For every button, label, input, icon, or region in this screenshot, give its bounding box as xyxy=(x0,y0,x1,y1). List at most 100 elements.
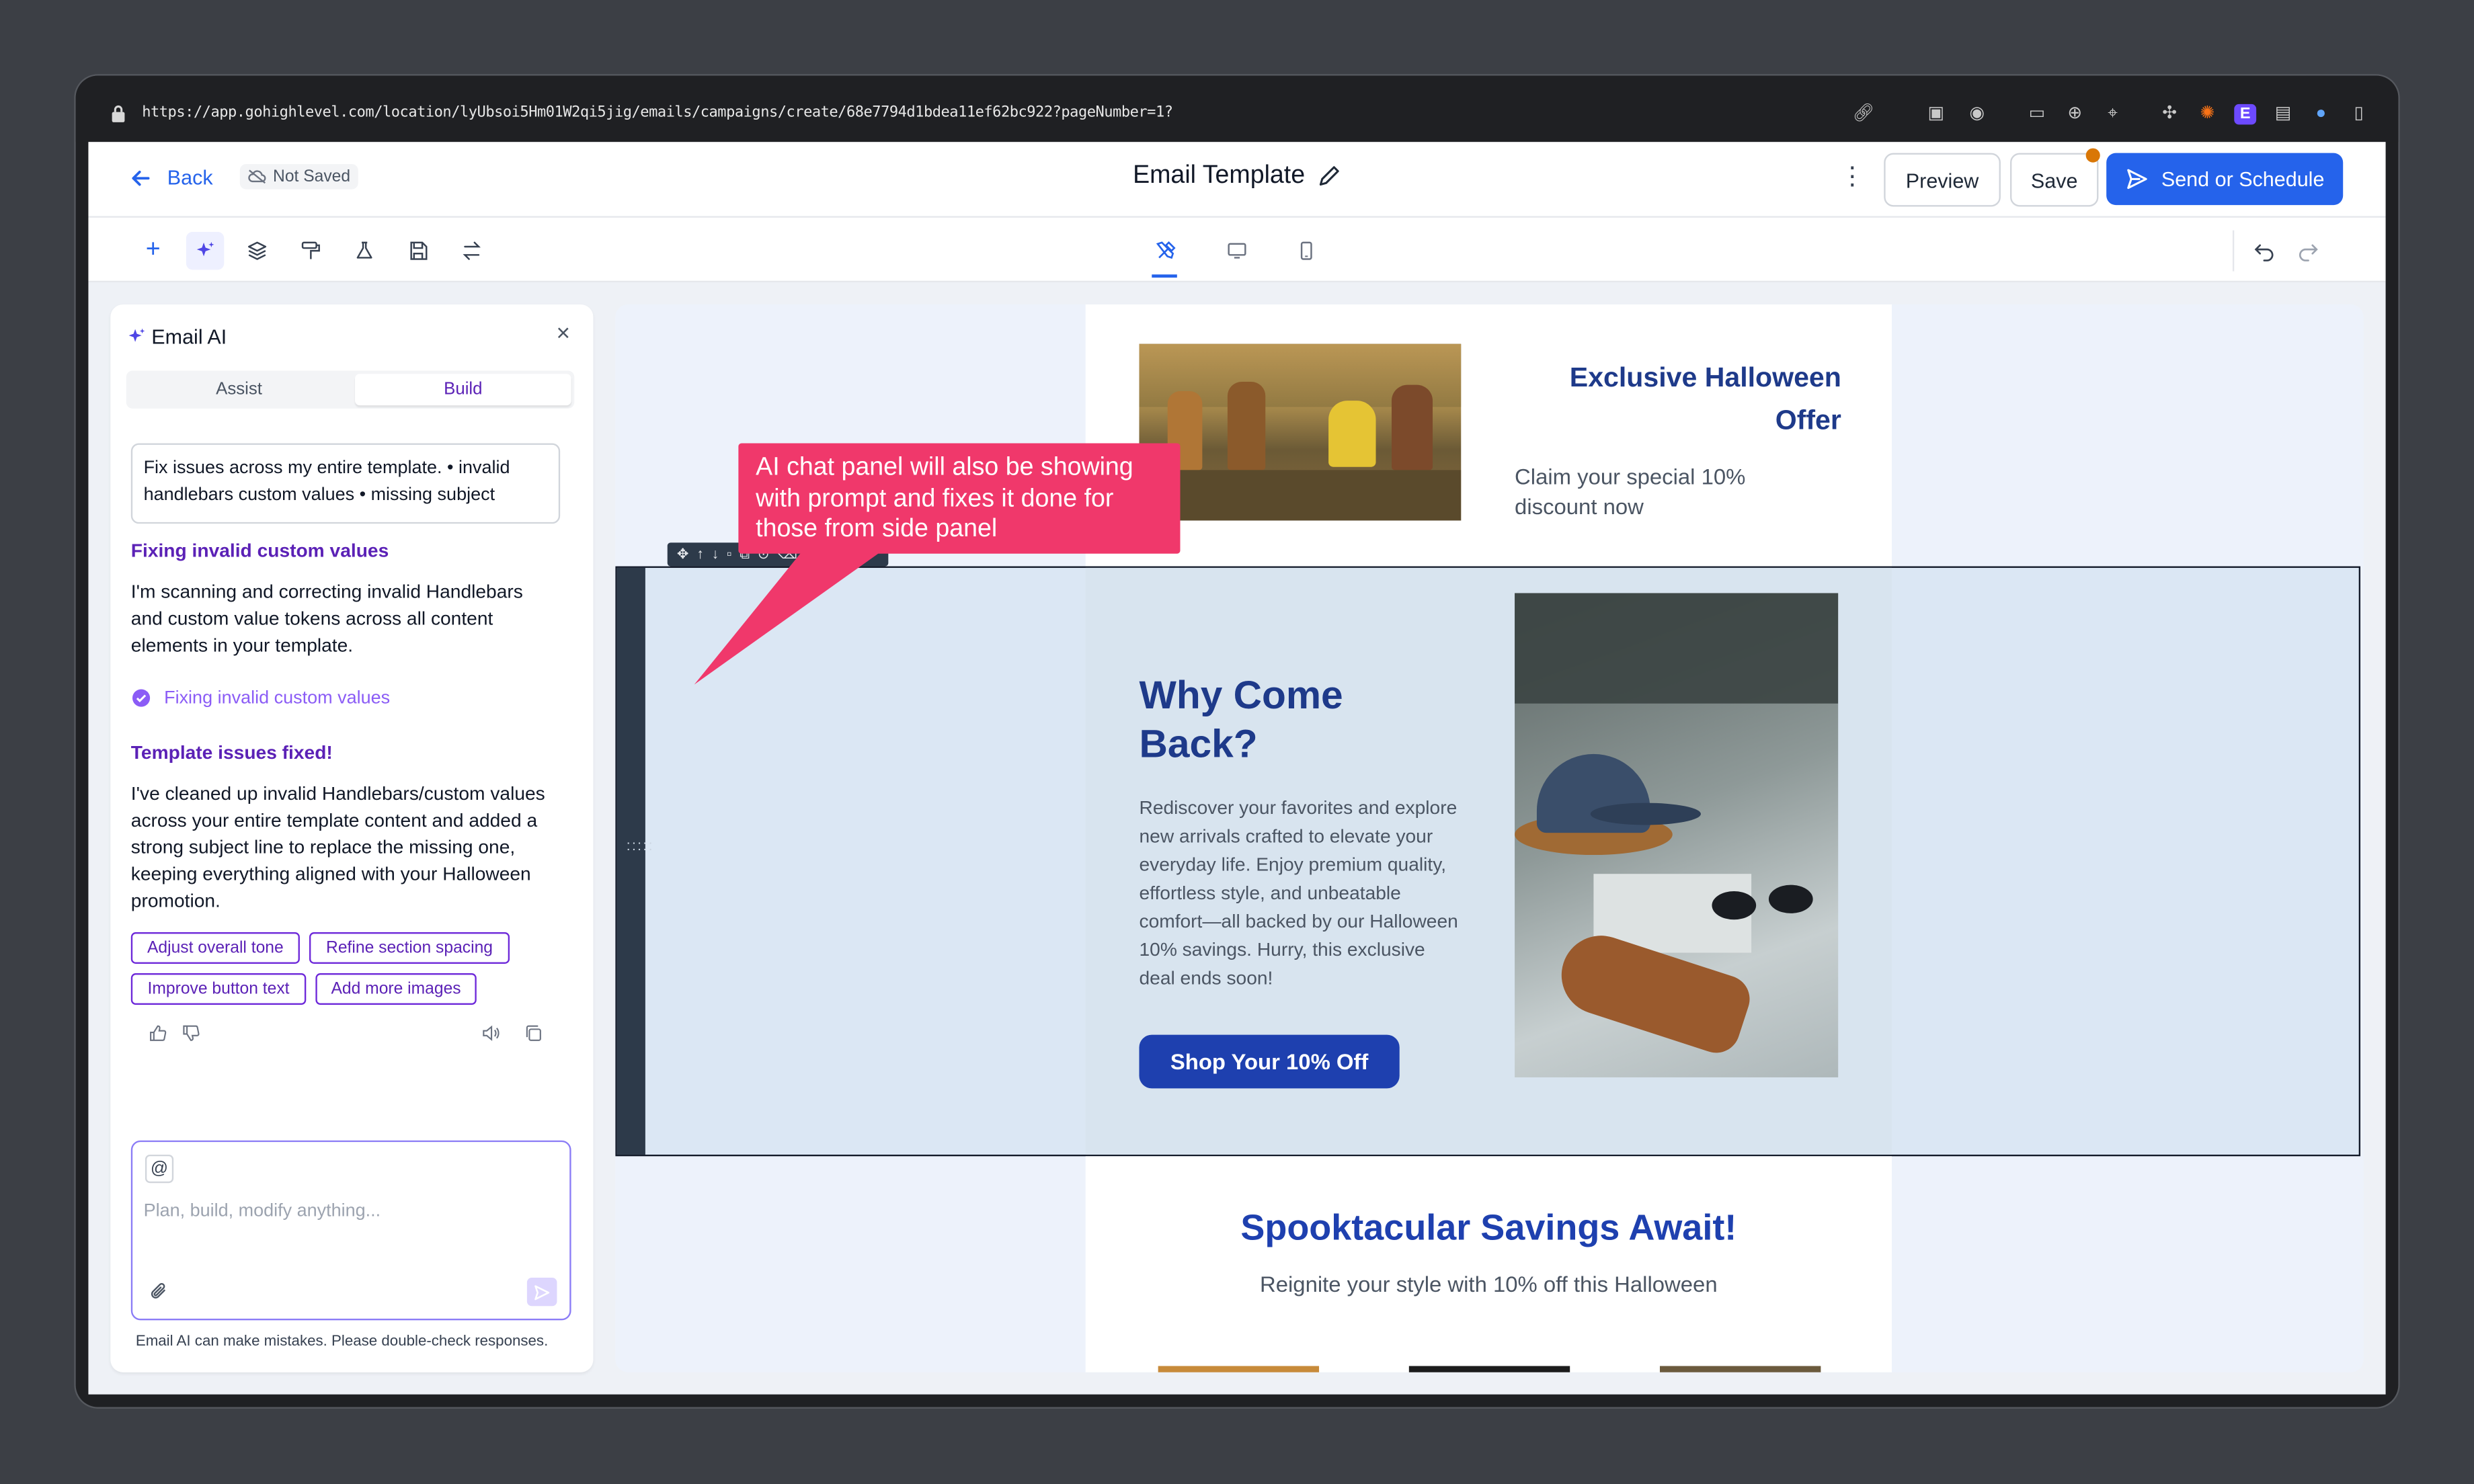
suggestion-chip[interactable]: Refine section spacing xyxy=(309,932,510,964)
extension-icon[interactable]: ✣ xyxy=(2159,104,2181,125)
mode-tabs: Assist Build xyxy=(126,370,575,409)
desktop-view-icon[interactable] xyxy=(1218,232,1256,270)
preview-button[interactable]: Preview xyxy=(1884,153,2001,207)
suggestion-label: Refine section spacing xyxy=(326,938,493,958)
arrow-left-icon xyxy=(132,169,150,186)
send-label: Send or Schedule xyxy=(2161,167,2325,191)
template-title[interactable]: Email Template xyxy=(1133,163,1341,191)
offer-title[interactable]: Exclusive Halloween Offer xyxy=(1504,356,1841,442)
profile-extension-icon[interactable]: ● xyxy=(2310,104,2332,125)
send-schedule-button[interactable]: Send or Schedule xyxy=(2106,153,2344,206)
active-view-indicator xyxy=(1152,274,1177,278)
cta-button[interactable]: Shop Your 10% Off xyxy=(1139,1034,1400,1089)
tab-assist-label: Assist xyxy=(216,380,262,399)
annotation-arrow xyxy=(694,552,881,685)
speaker-icon[interactable] xyxy=(479,1022,502,1044)
product-image-thumb[interactable] xyxy=(1158,1366,1320,1372)
user-prompt-bubble: Fix issues across my entire template. • … xyxy=(130,443,561,524)
suggestion-label: Adjust overall tone xyxy=(147,938,284,958)
lock-icon xyxy=(112,105,125,122)
back-button[interactable]: Back xyxy=(129,165,213,190)
save-disk-icon[interactable] xyxy=(399,232,437,270)
e-extension-icon[interactable]: E xyxy=(2234,104,2257,125)
person-figure xyxy=(1328,401,1376,467)
terminal-icon[interactable]: ▭ xyxy=(2026,104,2048,125)
close-icon[interactable]: × xyxy=(552,322,574,345)
mobile-view-icon[interactable] xyxy=(1287,232,1325,270)
swap-icon[interactable] xyxy=(453,232,491,270)
annotation-text: AI chat panel will also be showing with … xyxy=(756,454,1133,543)
redo-icon[interactable] xyxy=(2289,232,2327,270)
step-status: Fixing invalid custom values xyxy=(131,688,390,708)
savings-subtitle[interactable]: Reignite your style with 10% off this Ha… xyxy=(1086,1272,1892,1297)
globe-icon[interactable]: ⊕ xyxy=(2064,104,2086,125)
undo-icon[interactable] xyxy=(2245,232,2283,270)
product-image-thumb[interactable] xyxy=(1408,1366,1570,1372)
unsaved-dot xyxy=(2085,148,2100,163)
crosshair-icon[interactable]: ⌖ xyxy=(2102,104,2124,125)
tab-build-label: Build xyxy=(444,380,483,399)
savings-section[interactable]: Spooktacular Savings Await! Reignite you… xyxy=(1085,1156,1892,1372)
suggestion-chip[interactable]: Add more images xyxy=(315,973,477,1005)
slash-extension-icon[interactable]: ▤ xyxy=(2272,104,2295,125)
mention-icon[interactable]: @ xyxy=(145,1154,174,1184)
photo-shadow xyxy=(1515,593,1839,704)
suggestion-label: Add more images xyxy=(331,979,461,999)
add-element-icon[interactable]: + xyxy=(134,232,171,270)
offer-section[interactable]: Exclusive Halloween Offer Claim your spe… xyxy=(1085,304,1892,567)
paperclip-icon[interactable] xyxy=(149,1281,171,1303)
chat-input-placeholder[interactable]: Plan, build, modify anything... xyxy=(144,1202,381,1221)
user-prompt-text: Fix issues across my entire template. • … xyxy=(143,458,510,505)
step-status-text: Fixing invalid custom values xyxy=(164,688,391,708)
product-photo[interactable] xyxy=(1515,593,1839,1077)
suggestion-chip[interactable]: Adjust overall tone xyxy=(130,932,300,964)
step-heading: Fixing invalid custom values xyxy=(130,539,389,562)
copy-icon[interactable] xyxy=(522,1022,545,1044)
design-tools-icon[interactable] xyxy=(1147,232,1185,270)
panel-title-text: Email AI xyxy=(151,325,227,349)
picnic-photo[interactable] xyxy=(1139,343,1462,521)
why-body[interactable]: Rediscover your favorites and explore ne… xyxy=(1139,794,1464,993)
more-options-icon[interactable]: ⋮ xyxy=(1840,164,1866,196)
tab-build[interactable]: Build xyxy=(355,374,571,406)
savings-title[interactable]: Spooktacular Savings Await! xyxy=(1086,1206,1892,1249)
person-figure xyxy=(1227,381,1266,470)
why-column[interactable]: Why Come Back? Rediscover your favorites… xyxy=(1085,567,1892,1155)
paint-roller-icon[interactable] xyxy=(292,232,329,270)
layers-icon[interactable] xyxy=(238,232,276,270)
save-label: Save xyxy=(2030,167,2078,192)
thumbs-down-icon[interactable] xyxy=(180,1022,202,1044)
drag-handle-icon[interactable]: ::::: xyxy=(627,838,653,883)
why-title[interactable]: Why Come Back? xyxy=(1139,672,1407,770)
tab-assist[interactable]: Assist xyxy=(129,374,348,405)
chat-input-box[interactable]: @ Plan, build, modify anything... xyxy=(130,1140,571,1321)
editor-toolbar: + xyxy=(88,217,2386,283)
offer-subtitle[interactable]: Claim your special 10% discount now xyxy=(1515,462,1814,522)
thumbs-up-icon[interactable] xyxy=(147,1022,169,1044)
panel-title: Email AI xyxy=(126,325,227,349)
product-image-thumb[interactable] xyxy=(1659,1366,1821,1372)
flask-icon[interactable] xyxy=(346,232,383,270)
screenshot-icon[interactable]: ▣ xyxy=(1925,104,1947,125)
disclaimer-text: Email AI can make mistakes. Please doubl… xyxy=(135,1333,549,1350)
link-icon[interactable]: 🔗︎ xyxy=(1852,104,1874,125)
browser-window: https://app.gohighlevel.com/location/lyU… xyxy=(75,75,2399,1407)
address-bar[interactable]: https://app.gohighlevel.com/location/lyU… xyxy=(75,75,2399,142)
url-text[interactable]: https://app.gohighlevel.com/location/lyU… xyxy=(142,104,1173,122)
photo-ground xyxy=(1139,470,1462,521)
suggestion-chip[interactable]: Improve button text xyxy=(130,973,307,1005)
sparkle-extension-icon[interactable]: ✺ xyxy=(2196,104,2219,125)
ai-sparkle-icon[interactable] xyxy=(186,232,225,270)
email-ai-panel: Email AI × Assist Build Fix issues acros… xyxy=(110,304,594,1372)
save-status-text: Not Saved xyxy=(273,167,351,186)
pencil-icon[interactable] xyxy=(1316,164,1342,190)
suggestion-label: Improve button text xyxy=(147,979,290,999)
preview-label: Preview xyxy=(1905,167,1979,192)
sunglasses xyxy=(1712,884,1822,923)
app-root: Back Not Saved Email Template ⋮ Preview … xyxy=(88,142,2386,1395)
save-button[interactable]: Save xyxy=(2010,153,2099,207)
send-prompt-button[interactable] xyxy=(526,1278,557,1307)
send-icon xyxy=(534,1284,550,1300)
camera-icon[interactable]: ◉ xyxy=(1966,104,1988,125)
sidebar-toggle-icon[interactable]: ▯ xyxy=(2348,104,2370,125)
